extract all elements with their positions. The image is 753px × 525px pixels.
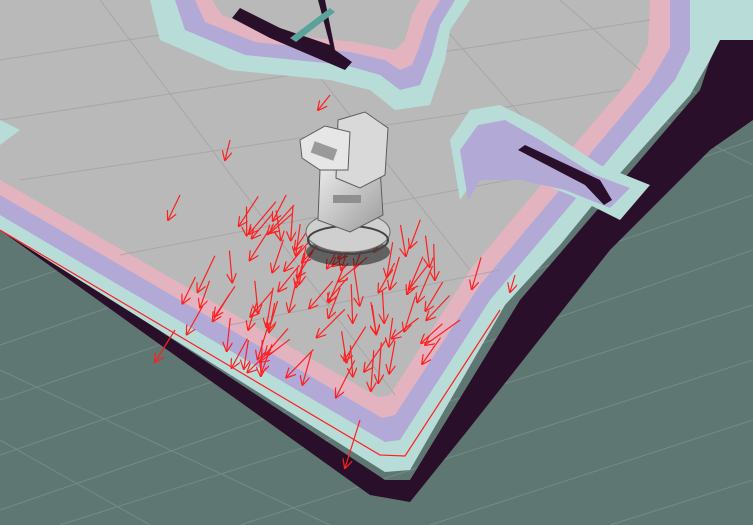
robot-torso-detail (333, 195, 361, 203)
costmap-3d-view[interactable] (0, 0, 753, 525)
